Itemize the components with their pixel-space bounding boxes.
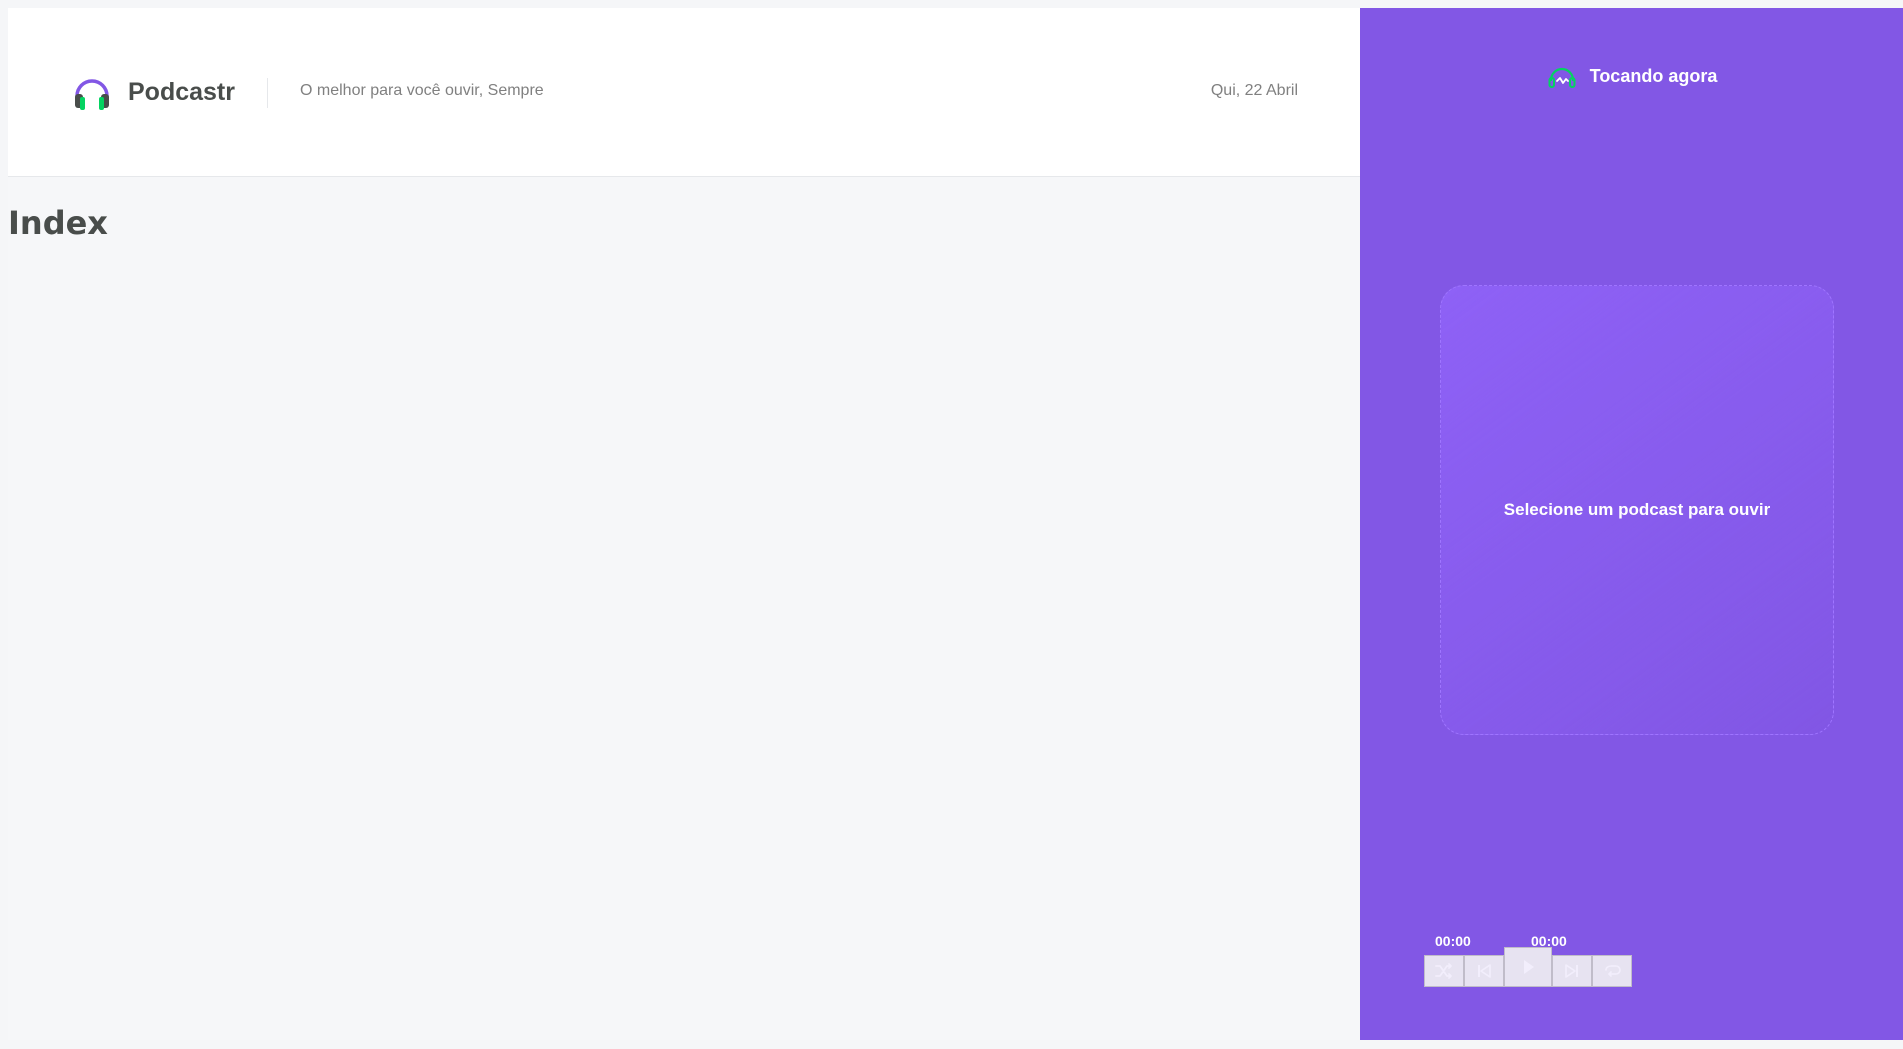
- empty-player-card: Selecione um podcast para ouvir: [1440, 285, 1834, 735]
- header-date: Qui, 22 Abril: [1210, 82, 1298, 99]
- player-panel: Tocando agora Selecione um podcast para …: [1360, 8, 1903, 1040]
- header-divider: [267, 78, 268, 108]
- repeat-button[interactable]: [1592, 955, 1632, 987]
- main-content: Podcastr O melhor para você ouvir, Sempr…: [8, 8, 1360, 1040]
- player-footer: 00:00 00:00: [1424, 933, 1632, 987]
- page-title: Index: [8, 204, 108, 242]
- previous-button[interactable]: [1464, 955, 1504, 987]
- player-controls: [1424, 947, 1632, 987]
- previous-icon: [1478, 964, 1491, 978]
- play-button[interactable]: [1504, 947, 1552, 987]
- player-header: Tocando agora: [1360, 60, 1903, 92]
- empty-player-message: Selecione um podcast para ouvir: [1503, 500, 1771, 519]
- repeat-icon: [1605, 965, 1621, 977]
- headphones-logo-icon: [75, 79, 109, 110]
- brand-name: Podcastr: [128, 77, 235, 106]
- play-icon: [1524, 960, 1534, 974]
- now-playing-label: Tocando agora: [1589, 65, 1718, 86]
- shuffle-icon: [1435, 963, 1452, 979]
- header-tagline: O melhor para você ouvir, Sempre: [300, 82, 544, 99]
- top-header: Podcastr O melhor para você ouvir, Sempr…: [8, 8, 1360, 177]
- now-playing-headphones-icon: [1548, 67, 1576, 88]
- shuffle-button[interactable]: [1424, 955, 1464, 987]
- app-root: Podcastr O melhor para você ouvir, Sempr…: [8, 8, 1903, 1040]
- next-button[interactable]: [1552, 955, 1592, 987]
- logo[interactable]: Podcastr: [72, 72, 235, 112]
- next-icon: [1565, 964, 1578, 978]
